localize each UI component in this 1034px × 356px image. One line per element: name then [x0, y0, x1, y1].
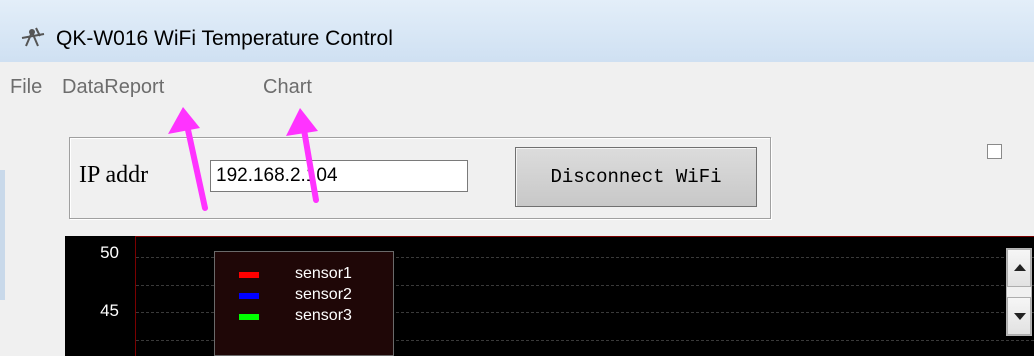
- title-bar: QK-W016 WiFi Temperature Control: [0, 0, 1034, 62]
- legend-label-sensor2: sensor2: [295, 286, 352, 303]
- option-checkbox[interactable]: [987, 144, 1002, 159]
- window-edge: [0, 170, 5, 300]
- scroll-up-button[interactable]: [1007, 249, 1031, 287]
- legend-label-sensor1: sensor1: [295, 265, 352, 282]
- y-tick-label: 45: [100, 301, 119, 320]
- menu-file[interactable]: File: [10, 76, 42, 99]
- menu-datareport[interactable]: DataReport: [62, 76, 164, 99]
- thermometer-link-icon: [21, 27, 45, 47]
- disconnect-wifi-button[interactable]: Disconnect WiFi: [515, 147, 757, 207]
- menu-bar: File DataReport Chart: [0, 62, 1034, 112]
- legend-swatch-sensor2: [239, 293, 259, 299]
- legend-swatch-sensor1: [239, 272, 259, 278]
- ip-address-input[interactable]: [210, 160, 468, 192]
- menu-chart[interactable]: Chart: [263, 76, 312, 99]
- chart-scrollbar[interactable]: [1006, 248, 1032, 336]
- legend-swatch-sensor3: [239, 314, 259, 320]
- window-title: QK-W016 WiFi Temperature Control: [56, 27, 393, 50]
- ip-label: IP addr: [79, 162, 149, 188]
- y-tick-label: 50: [100, 243, 119, 262]
- arrow-up-icon: [1014, 264, 1026, 271]
- scroll-down-button[interactable]: [1007, 297, 1031, 335]
- chart-legend: sensor1 sensor2 sensor3: [214, 251, 394, 356]
- arrow-down-icon: [1014, 313, 1026, 320]
- legend-label-sensor3: sensor3: [295, 307, 352, 324]
